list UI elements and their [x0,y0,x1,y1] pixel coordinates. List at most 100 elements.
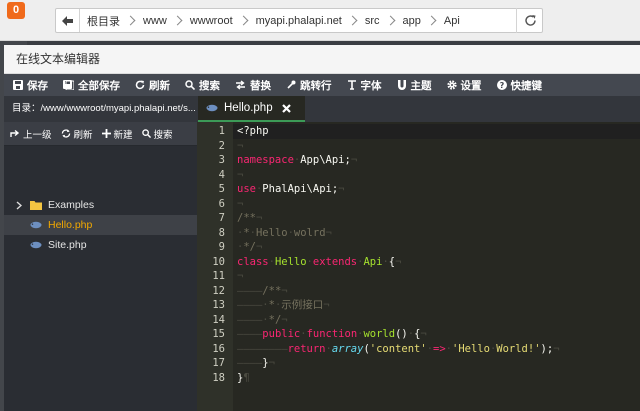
search-label: 搜索 [199,79,220,92]
folder-icon [30,201,42,210]
search-icon [141,129,151,138]
breadcrumb-item[interactable]: www [143,15,167,27]
php-file-icon [30,241,42,249]
breadcrumb-item[interactable]: Api [444,15,460,27]
tree-item-label: Site.php [48,239,87,251]
theme-button[interactable]: 主题 [397,78,432,93]
line-number: 15 [212,328,225,340]
breadcrumb-separator-icon [385,15,395,26]
back-button[interactable] [56,9,80,32]
save-all-button[interactable]: 全部保存 [63,78,120,93]
save-label: 保存 [27,79,48,92]
code-line: class·Hello·extends·Api·{¬ [237,255,402,268]
plus-icon [101,129,111,138]
code-line: /**¬ [237,212,263,224]
refresh-icon [61,129,70,138]
code-line: ·*/¬ [237,241,263,253]
sidebar-search-button[interactable]: 搜索 [141,127,173,141]
up-level-icon [10,129,20,137]
settings-button[interactable]: 设置 [446,78,482,93]
reload-icon [524,15,536,26]
shortcuts-label: 快捷键 [510,79,543,92]
tree-file-hello[interactable]: Hello.php [4,215,197,235]
breadcrumb: 根目录 www wwwroot myapi.phalapi.net src app Api [80,13,460,29]
new-file-button[interactable]: 新建 [101,127,133,141]
line-number: 14 [212,313,225,326]
font-button[interactable]: 字体 [347,78,382,93]
code-line: ·*·Hello·wolrd¬ [237,226,332,239]
tree-item-label: Hello.php [48,219,93,231]
breadcrumb-item[interactable]: src [365,15,380,27]
code-line: }¶ [237,371,250,384]
line-number: 17 [212,357,225,369]
chevron-right-icon [16,200,22,210]
code-line: ————·*/¬ [237,313,288,326]
php-file-icon [206,104,218,112]
close-icon[interactable] [281,103,291,113]
tree-folder-examples[interactable]: Examples [4,195,197,215]
save-all-label: 全部保存 [78,79,120,92]
gear-icon [446,80,457,90]
window-title: 在线文本编辑器 [4,45,640,74]
reload-button[interactable] [516,8,543,33]
save-button[interactable]: 保存 [13,78,48,93]
breadcrumb-item[interactable]: wwwroot [190,15,233,27]
new-file-label: 新建 [113,129,133,141]
help-icon: ? [496,80,507,90]
save-icon [13,80,23,90]
line-number: 5 [218,183,225,195]
current-line-highlight [233,124,640,139]
font-label: 字体 [360,79,382,92]
line-number: 1 [218,125,225,137]
replace-label: 替换 [250,79,271,92]
refresh-icon [135,80,145,90]
sidebar-search-label: 搜索 [153,129,173,141]
tab-label: Hello.php [224,102,273,114]
save-all-icon [63,80,74,90]
code-line: ————public·function·world()·{¬ [237,328,427,340]
breadcrumb-separator-icon [172,15,183,26]
line-number: 9 [218,241,225,253]
replace-button[interactable]: 替换 [235,78,271,93]
line-number: 16 [212,342,225,355]
goto-line-button[interactable]: 跳转行 [286,78,332,93]
search-button[interactable]: 搜索 [185,78,220,93]
up-level-button[interactable]: 上一级 [10,127,52,141]
code-line: ————·*·示例接口¬ [237,299,330,311]
line-number: 4 [218,168,225,181]
line-number: 3 [218,154,225,166]
file-tabs: Hello.php [197,96,640,122]
line-number: 11 [212,270,225,282]
up-level-label: 上一级 [23,129,52,141]
breadcrumb-item[interactable]: myapi.phalapi.net [256,15,342,27]
tab-hello-php[interactable]: Hello.php [198,96,305,122]
notification-badge[interactable]: 0 [7,2,25,19]
line-number: 2 [218,139,225,152]
shortcuts-button[interactable]: ? 快捷键 [496,78,543,93]
code-editor[interactable]: <?php ¬ namespace·App\Api;¬ ¬ use·PhalAp… [233,122,640,411]
replace-icon [236,80,245,90]
line-number: 7 [218,212,225,224]
goto-line-label: 跳转行 [300,79,332,92]
code-line: use·PhalApi\Api;¬ [237,183,345,195]
line-number: 12 [212,284,225,297]
tree-file-site[interactable]: Site.php [4,235,197,255]
code-line: ————}¬ [237,357,275,369]
code-line: ————/**¬ [237,284,288,297]
code-line: ¬ [237,139,244,152]
breadcrumb-item[interactable]: app [403,15,421,27]
code-line: namespace·App\Api;¬ [237,154,358,166]
code-line: ————————return·array('content'·=>·'Hello… [237,342,560,355]
code-line: <?php [237,125,269,137]
code-line: ¬ [237,197,244,210]
refresh-button[interactable]: 刷新 [135,78,170,93]
line-number: 8 [218,226,225,239]
sidebar-refresh-button[interactable]: 刷新 [61,127,93,141]
sidebar-refresh-label: 刷新 [73,129,93,141]
breadcrumb-separator-icon [426,15,437,26]
theme-icon [397,80,406,90]
refresh-label: 刷新 [149,79,170,92]
breadcrumb-item[interactable]: 根目录 [87,13,120,29]
directory-path: /www/wwwroot/myapi.phalapi.net/s... [40,103,196,114]
settings-label: 设置 [460,79,482,92]
